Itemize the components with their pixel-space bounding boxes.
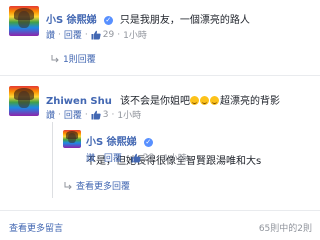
reply-arrow-icon <box>64 181 72 189</box>
comment-line: Zhiwen Shu 该不会是你姐吧 超漂亮的背影 <box>46 89 280 108</box>
like-thumb-icon <box>91 110 101 119</box>
timestamp[interactable]: 1小時 <box>117 108 141 121</box>
like-link[interactable]: 讚 <box>86 151 95 164</box>
avatar[interactable] <box>9 6 39 36</box>
reply-link[interactable]: 回覆 <box>64 108 82 121</box>
like-count: 29 <box>102 29 115 40</box>
like-count: 3 <box>102 109 109 120</box>
reply-link[interactable]: 回覆 <box>104 151 122 164</box>
emoji-icon <box>209 96 219 105</box>
emoji-icon <box>199 96 209 105</box>
like-link[interactable]: 讚 <box>46 28 55 41</box>
comment-text-end: 超漂亮的背影 <box>219 96 280 107</box>
view-replies-link[interactable]: 1則回覆 <box>50 52 96 65</box>
reply-actions: 讚 · 回覆 · 28 · 1小時 <box>86 151 187 165</box>
comment-count: 65則中的2則 <box>258 224 312 234</box>
reply-thread-line <box>52 122 53 198</box>
verified-badge-icon: ✓ <box>103 16 113 25</box>
avatar[interactable] <box>9 86 39 116</box>
comment-actions: 讚 · 回覆 · 29 · 1小時 <box>46 28 147 42</box>
view-more-replies-label: 查看更多回覆 <box>76 182 131 192</box>
like-thumb-icon <box>131 153 141 162</box>
divider <box>0 75 320 76</box>
comment-text: 只是我朋友，一個漂亮的路人 <box>119 15 250 26</box>
comment-author[interactable]: 小S 徐熙娣 <box>46 15 97 26</box>
like-thumb-icon <box>91 30 101 39</box>
view-replies-label: 1則回覆 <box>63 55 96 65</box>
view-more-comments-link[interactable]: 查看更多留言 <box>9 221 63 234</box>
timestamp[interactable]: 1小時 <box>163 151 187 164</box>
avatar[interactable] <box>63 130 81 148</box>
reply-link[interactable]: 回覆 <box>64 28 82 41</box>
verified-badge-icon: ✓ <box>143 138 153 147</box>
emoji-icon <box>189 96 199 105</box>
comment-line: 小S 徐熙娣 ✓ 只是我朋友，一個漂亮的路人 <box>46 8 250 27</box>
view-more-replies-link[interactable]: 查看更多回覆 <box>63 179 130 192</box>
like-link[interactable]: 讚 <box>46 108 55 121</box>
reply-author[interactable]: 小S 徐熙娣 <box>86 137 137 148</box>
comment-text-start: 该不会是你姐吧 <box>119 96 190 107</box>
timestamp[interactable]: 1小時 <box>123 28 147 41</box>
comment-actions: 讚 · 回覆 · 3 · 1小時 <box>46 108 142 122</box>
reply-arrow-icon <box>51 54 59 62</box>
comment-author[interactable]: Zhiwen Shu <box>46 96 112 107</box>
divider <box>0 210 320 211</box>
like-count: 28 <box>142 152 155 163</box>
